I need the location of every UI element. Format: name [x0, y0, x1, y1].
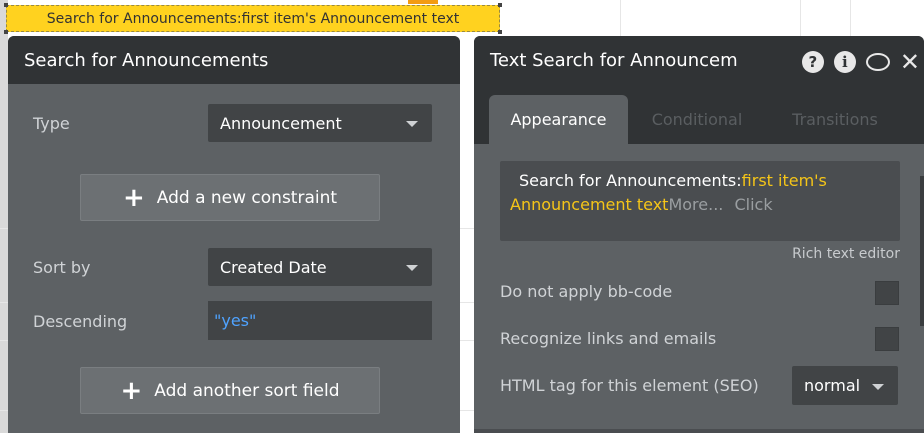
comment-icon[interactable]: [865, 53, 890, 71]
header-icons: ? i ✕: [801, 50, 920, 74]
type-dropdown-value: Announcement: [220, 113, 342, 133]
resize-handle[interactable]: [498, 3, 502, 7]
text-static-part: Search for Announcements:: [519, 171, 742, 190]
selected-text-element[interactable]: Search for Announcements:first item's An…: [4, 3, 502, 34]
more-link[interactable]: More...: [668, 195, 723, 214]
tab-conditional[interactable]: Conditional: [634, 95, 760, 144]
plus-icon: +: [120, 375, 143, 406]
plus-icon: +: [122, 182, 145, 213]
links-label: Recognize links and emails: [500, 329, 717, 348]
canvas-left-strip: [0, 0, 8, 433]
resize-handle[interactable]: [498, 30, 502, 34]
descending-label: Descending: [33, 312, 128, 331]
text-content-editor[interactable]: Search for Announcements:first item's An…: [500, 161, 900, 241]
chevron-down-icon: [406, 121, 418, 127]
click-hint[interactable]: Click: [734, 195, 772, 214]
links-checkbox[interactable]: [875, 327, 899, 351]
tab-bar: Appearance Conditional Transitions: [474, 84, 924, 144]
sort-by-dropdown-value: Created Date: [220, 257, 327, 277]
tab-transitions[interactable]: Transitions: [770, 95, 900, 144]
property-editor-title: Text Search for Announcem: [490, 49, 738, 71]
descending-field[interactable]: "yes": [208, 301, 432, 340]
add-sort-field-button[interactable]: + Add another sort field: [80, 367, 380, 414]
add-constraint-label: Add a new constraint: [156, 187, 338, 208]
selected-element-text: Search for Announcements:first item's An…: [46, 10, 460, 27]
rich-text-editor-link[interactable]: Rich text editor: [792, 246, 900, 262]
html-tag-value: normal: [804, 376, 861, 395]
tab-transitions-label: Transitions: [792, 110, 878, 129]
html-tag-dropdown[interactable]: normal: [792, 366, 898, 405]
chevron-down-icon: [872, 383, 884, 390]
tab-appearance-label: Appearance: [510, 110, 607, 129]
tab-appearance[interactable]: Appearance: [489, 95, 628, 144]
html-tag-label: HTML tag for this element (SEO): [500, 376, 759, 395]
search-panel-title: Search for Announcements: [24, 49, 269, 71]
type-dropdown[interactable]: Announcement: [208, 104, 432, 142]
help-icon[interactable]: ?: [801, 51, 824, 73]
dynamic-expression[interactable]: Announcement text: [510, 195, 668, 214]
sort-by-label: Sort by: [33, 258, 91, 277]
add-sort-field-label: Add another sort field: [154, 380, 340, 401]
descending-value: "yes": [214, 311, 257, 330]
scrollbar[interactable]: [920, 176, 924, 326]
tab-conditional-label: Conditional: [651, 110, 743, 129]
panel-bottom-edge: [474, 429, 924, 433]
resize-handle[interactable]: [4, 30, 8, 34]
sort-by-dropdown[interactable]: Created Date: [208, 248, 432, 286]
property-editor-panel: Text Search for Announcem ? i ✕ Appearan…: [474, 36, 924, 433]
add-constraint-button[interactable]: + Add a new constraint: [80, 174, 380, 221]
type-label: Type: [33, 114, 70, 133]
chevron-down-icon: [406, 265, 418, 271]
dynamic-expression[interactable]: first item's: [742, 171, 827, 190]
search-panel: Search for Announcements Type Announceme…: [8, 36, 460, 433]
close-icon[interactable]: ✕: [900, 50, 920, 74]
bbcode-label: Do not apply bb-code: [500, 282, 673, 301]
info-icon[interactable]: i: [833, 51, 856, 73]
resize-handle[interactable]: [4, 3, 8, 7]
bbcode-checkbox[interactable]: [875, 281, 899, 305]
search-panel-header[interactable]: Search for Announcements: [8, 36, 460, 84]
canvas-marker: [408, 0, 438, 4]
